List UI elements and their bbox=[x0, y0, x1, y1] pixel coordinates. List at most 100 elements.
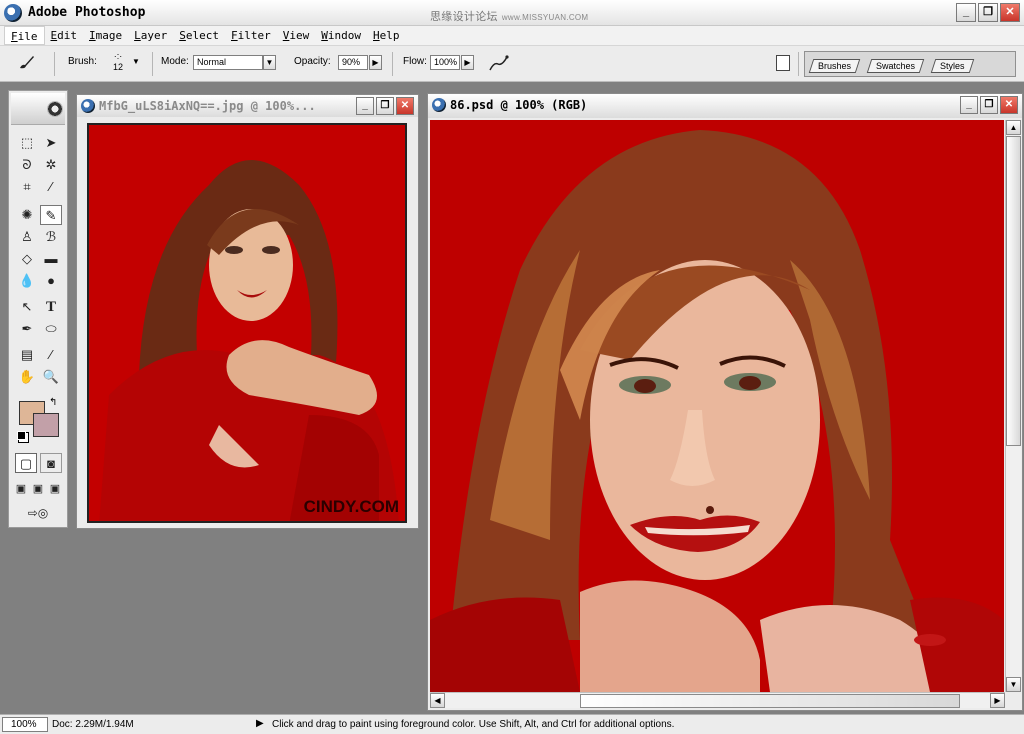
opacity-label: Opacity: bbox=[294, 56, 331, 67]
ellipse-tool-icon[interactable]: ⬭ bbox=[40, 319, 62, 339]
separator bbox=[392, 52, 393, 76]
close-button[interactable]: ✕ bbox=[396, 97, 414, 115]
menu-window[interactable]: Window bbox=[315, 26, 367, 45]
app-title: Adobe Photoshop bbox=[28, 5, 146, 20]
adobe-online-icon[interactable] bbox=[47, 101, 63, 117]
mode-dropdown-icon[interactable]: ▼ bbox=[263, 55, 276, 70]
separator bbox=[152, 52, 153, 76]
document-titlebar[interactable]: MfbG_uLS8iAxNQ==.jpg @ 100%... _ ❐ ✕ bbox=[77, 95, 418, 117]
screen-mode-full-icon[interactable]: ▣ bbox=[47, 479, 63, 499]
close-button[interactable]: ✕ bbox=[1000, 96, 1018, 114]
zoom-level-input[interactable]: 100% bbox=[2, 717, 48, 732]
document-title: 86.psd @ 100% (RGB) bbox=[450, 98, 588, 112]
restore-button[interactable]: ❐ bbox=[978, 3, 998, 22]
brush-picker[interactable]: ·:· 12 bbox=[104, 51, 132, 77]
image-watermark: CINDY.COM bbox=[303, 497, 399, 516]
standard-mode-icon[interactable]: ▢ bbox=[15, 453, 37, 473]
document-canvas[interactable] bbox=[430, 120, 1004, 692]
document-window-painting[interactable]: 86.psd @ 100% (RGB) _ ❐ ✕ ▲ ▼ ◀ ▶ bbox=[427, 93, 1023, 711]
document-size: Doc: 2.29M/1.94M bbox=[52, 719, 134, 730]
status-menu-arrow-icon[interactable]: ▶ bbox=[256, 718, 264, 729]
menu-select[interactable]: Select bbox=[173, 26, 225, 45]
jump-to-imageready-icon[interactable]: ⇨◎ bbox=[16, 503, 60, 523]
toolbox-header[interactable] bbox=[11, 93, 65, 125]
watermark-url: www.MISSYUAN.COM bbox=[501, 13, 589, 22]
minimize-button[interactable]: _ bbox=[956, 3, 976, 22]
scroll-right-button[interactable]: ▶ bbox=[990, 693, 1005, 708]
background-color-swatch[interactable] bbox=[33, 413, 59, 437]
menu-file[interactable]: File bbox=[4, 26, 45, 45]
crop-tool-icon[interactable]: ⌗ bbox=[16, 177, 38, 197]
slice-tool-icon[interactable]: ∕ bbox=[40, 177, 62, 197]
horizontal-scrollbar[interactable]: ◀ ▶ bbox=[430, 692, 1005, 708]
minimize-button[interactable]: _ bbox=[356, 97, 374, 115]
mode-label: Mode: bbox=[161, 56, 189, 67]
gradient-tool-icon[interactable]: ▬ bbox=[40, 249, 62, 269]
blur-tool-icon[interactable]: 💧 bbox=[16, 271, 38, 291]
pen-tool-icon[interactable]: ✒ bbox=[16, 319, 38, 339]
document-controls: _ ❐ ✕ bbox=[960, 96, 1018, 114]
menu-layer[interactable]: Layer bbox=[128, 26, 173, 45]
menu-bar: File Edit Image Layer Select Filter View… bbox=[0, 26, 1024, 46]
menu-edit[interactable]: Edit bbox=[45, 26, 84, 45]
app-titlebar: Adobe Photoshop 思缘设计论坛 www.MISSYUAN.COM _… bbox=[0, 0, 1024, 26]
type-tool-icon[interactable]: T bbox=[40, 297, 62, 317]
document-icon bbox=[81, 99, 95, 113]
brush-tool-preset-icon[interactable] bbox=[16, 54, 38, 74]
path-selection-tool-icon[interactable]: ↖ bbox=[16, 297, 38, 317]
notes-tool-icon[interactable]: ▤ bbox=[16, 345, 38, 365]
maximize-button[interactable]: ❐ bbox=[980, 96, 998, 114]
scroll-down-button[interactable]: ▼ bbox=[1006, 677, 1021, 692]
tab-brushes[interactable]: Brushes bbox=[808, 59, 861, 73]
flow-flyout-icon[interactable]: ▶ bbox=[461, 55, 474, 70]
mode-select[interactable]: Normal bbox=[193, 55, 263, 70]
hand-tool-icon[interactable]: ✋ bbox=[16, 367, 38, 387]
quick-mask-mode-icon[interactable]: ◙ bbox=[40, 453, 62, 473]
horizontal-scroll-thumb[interactable] bbox=[580, 694, 960, 708]
magic-wand-tool-icon[interactable]: ✲ bbox=[40, 155, 62, 175]
zoom-tool-icon[interactable]: 🔍 bbox=[40, 367, 62, 387]
menu-filter[interactable]: Filter bbox=[225, 26, 277, 45]
tab-styles[interactable]: Styles bbox=[930, 59, 974, 73]
tab-swatches[interactable]: Swatches bbox=[866, 59, 925, 73]
screen-mode-menubar-icon[interactable]: ▣ bbox=[30, 479, 46, 499]
document-window-original[interactable]: MfbG_uLS8iAxNQ==.jpg @ 100%... _ ❐ ✕ CIN… bbox=[76, 94, 419, 529]
eyedropper-tool-icon[interactable]: ⁄ bbox=[40, 345, 62, 365]
document-title: MfbG_uLS8iAxNQ==.jpg @ 100%... bbox=[99, 99, 316, 113]
healing-brush-tool-icon[interactable]: ✺ bbox=[16, 205, 38, 225]
close-button[interactable]: ✕ bbox=[1000, 3, 1020, 22]
menu-image[interactable]: Image bbox=[83, 26, 128, 45]
document-canvas[interactable]: CINDY.COM bbox=[87, 123, 407, 523]
minimize-button[interactable]: _ bbox=[960, 96, 978, 114]
airbrush-icon[interactable] bbox=[488, 54, 510, 75]
maximize-button[interactable]: ❐ bbox=[376, 97, 394, 115]
brush-tool-icon[interactable]: ✎ bbox=[40, 205, 62, 225]
default-colors-icon[interactable] bbox=[17, 431, 26, 440]
eraser-tool-icon[interactable]: ◇ bbox=[16, 249, 38, 269]
scroll-left-button[interactable]: ◀ bbox=[430, 693, 445, 708]
brush-dropdown-icon[interactable]: ▼ bbox=[132, 57, 140, 66]
photo-reference bbox=[89, 125, 405, 521]
opacity-input[interactable]: 90% bbox=[338, 55, 368, 70]
vertical-scrollbar[interactable]: ▲ ▼ bbox=[1005, 120, 1021, 692]
scroll-up-button[interactable]: ▲ bbox=[1006, 120, 1021, 135]
clone-stamp-tool-icon[interactable]: ♙ bbox=[16, 227, 38, 247]
marquee-tool-icon[interactable]: ⬚ bbox=[16, 133, 38, 153]
menu-help[interactable]: Help bbox=[367, 26, 406, 45]
move-tool-icon[interactable]: ➤ bbox=[40, 133, 62, 153]
window-controls: _ ❐ ✕ bbox=[956, 3, 1020, 22]
status-bar: 100% Doc: 2.29M/1.94M ▶ Click and drag t… bbox=[0, 714, 1024, 734]
separator bbox=[798, 52, 799, 76]
dodge-tool-icon[interactable]: ● bbox=[40, 271, 62, 291]
vertical-scroll-thumb[interactable] bbox=[1006, 136, 1021, 446]
swap-colors-icon[interactable]: ↰ bbox=[49, 397, 57, 408]
menu-view[interactable]: View bbox=[277, 26, 316, 45]
lasso-tool-icon[interactable]: ᘐ bbox=[16, 155, 38, 175]
screen-mode-standard-icon[interactable]: ▣ bbox=[13, 479, 29, 499]
history-brush-tool-icon[interactable]: ℬ bbox=[40, 227, 62, 247]
photoshop-app-icon[interactable] bbox=[4, 4, 22, 22]
opacity-flyout-icon[interactable]: ▶ bbox=[369, 55, 382, 70]
file-browser-icon[interactable] bbox=[776, 55, 790, 71]
flow-input[interactable]: 100% bbox=[430, 55, 460, 70]
document-titlebar[interactable]: 86.psd @ 100% (RGB) _ ❐ ✕ bbox=[428, 94, 1022, 118]
